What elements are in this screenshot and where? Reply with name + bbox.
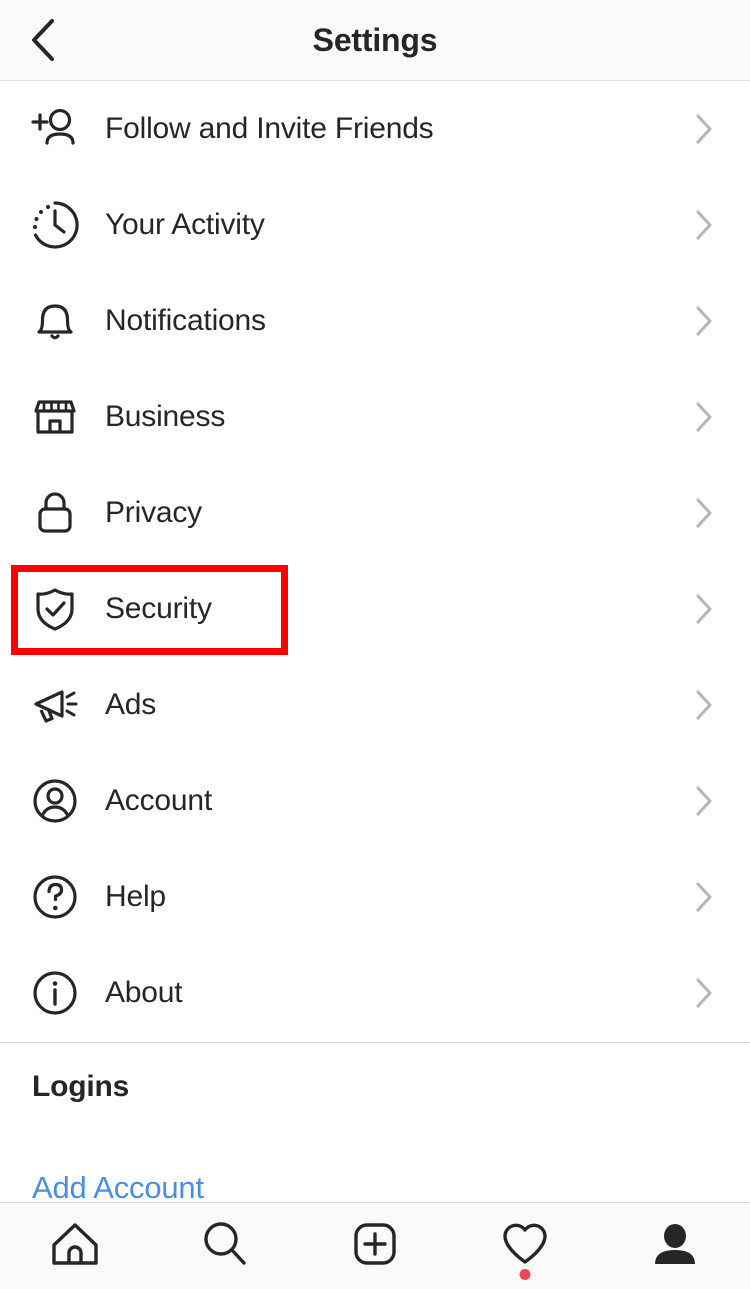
- info-circle-icon: [27, 965, 83, 1021]
- settings-row-help[interactable]: Help: [0, 849, 750, 945]
- person-circle-icon: [27, 773, 83, 829]
- search-icon: [195, 1214, 255, 1274]
- settings-row-label: Your Activity: [105, 208, 265, 241]
- settings-row-notifications[interactable]: Notifications: [0, 273, 750, 369]
- plus-square-icon: [345, 1214, 405, 1274]
- tab-search[interactable]: [150, 1203, 300, 1289]
- settings-screen: Settings Follow and Invite Friends Your …: [0, 0, 750, 1289]
- logins-section-title: Logins: [32, 1070, 130, 1103]
- settings-list: Follow and Invite Friends Your Activity …: [0, 81, 750, 1041]
- settings-row-label: Privacy: [105, 496, 202, 529]
- section-divider: [0, 1042, 750, 1043]
- megaphone-icon: [27, 677, 83, 733]
- chevron-right-icon: [690, 594, 718, 624]
- tab-activity[interactable]: [450, 1203, 600, 1289]
- question-circle-icon: [27, 869, 83, 925]
- page-title: Settings: [312, 22, 438, 58]
- settings-row-label: Security: [105, 592, 212, 625]
- chevron-right-icon: [690, 882, 718, 912]
- add-account-link[interactable]: Add Account: [32, 1170, 204, 1206]
- bell-icon: [27, 293, 83, 349]
- settings-row-label: Business: [105, 400, 226, 433]
- chevron-right-icon: [690, 306, 718, 336]
- settings-row-account[interactable]: Account: [0, 753, 750, 849]
- settings-row-label: Follow and Invite Friends: [105, 112, 434, 145]
- heart-icon: [495, 1214, 555, 1274]
- settings-row-follow-and-invite-friends[interactable]: Follow and Invite Friends: [0, 81, 750, 177]
- settings-row-security[interactable]: Security: [0, 561, 750, 657]
- chevron-right-icon: [690, 978, 718, 1008]
- settings-row-privacy[interactable]: Privacy: [0, 465, 750, 561]
- storefront-icon: [27, 389, 83, 445]
- person-add-icon: [27, 101, 83, 157]
- settings-row-label: Notifications: [105, 304, 266, 337]
- activity-clock-icon: [27, 197, 83, 253]
- bottom-tab-bar: create: [0, 1202, 750, 1289]
- notification-badge-dot: [519, 1269, 531, 1280]
- settings-row-business[interactable]: Business: [0, 369, 750, 465]
- chevron-right-icon: [690, 498, 718, 528]
- settings-row-about[interactable]: About: [0, 945, 750, 1041]
- settings-row-your-activity[interactable]: Your Activity: [0, 177, 750, 273]
- tab-home[interactable]: [0, 1203, 150, 1289]
- home-icon: [45, 1214, 105, 1274]
- chevron-right-icon: [690, 210, 718, 240]
- chevron-right-icon: [690, 690, 718, 720]
- settings-row-label: Help: [105, 880, 166, 913]
- settings-row-label: Ads: [105, 688, 157, 721]
- settings-row-label: About: [105, 976, 183, 1009]
- lock-icon: [27, 485, 83, 541]
- profile-filled-icon: [645, 1214, 705, 1274]
- settings-row-ads[interactable]: Ads: [0, 657, 750, 753]
- tab-create[interactable]: create: [300, 1203, 450, 1289]
- tab-profile[interactable]: [600, 1203, 750, 1289]
- settings-row-label: Account: [105, 784, 212, 817]
- chevron-right-icon: [690, 114, 718, 144]
- chevron-right-icon: [690, 402, 718, 432]
- shield-check-icon: [27, 581, 83, 637]
- chevron-right-icon: [690, 786, 718, 816]
- app-header: Settings: [0, 0, 750, 81]
